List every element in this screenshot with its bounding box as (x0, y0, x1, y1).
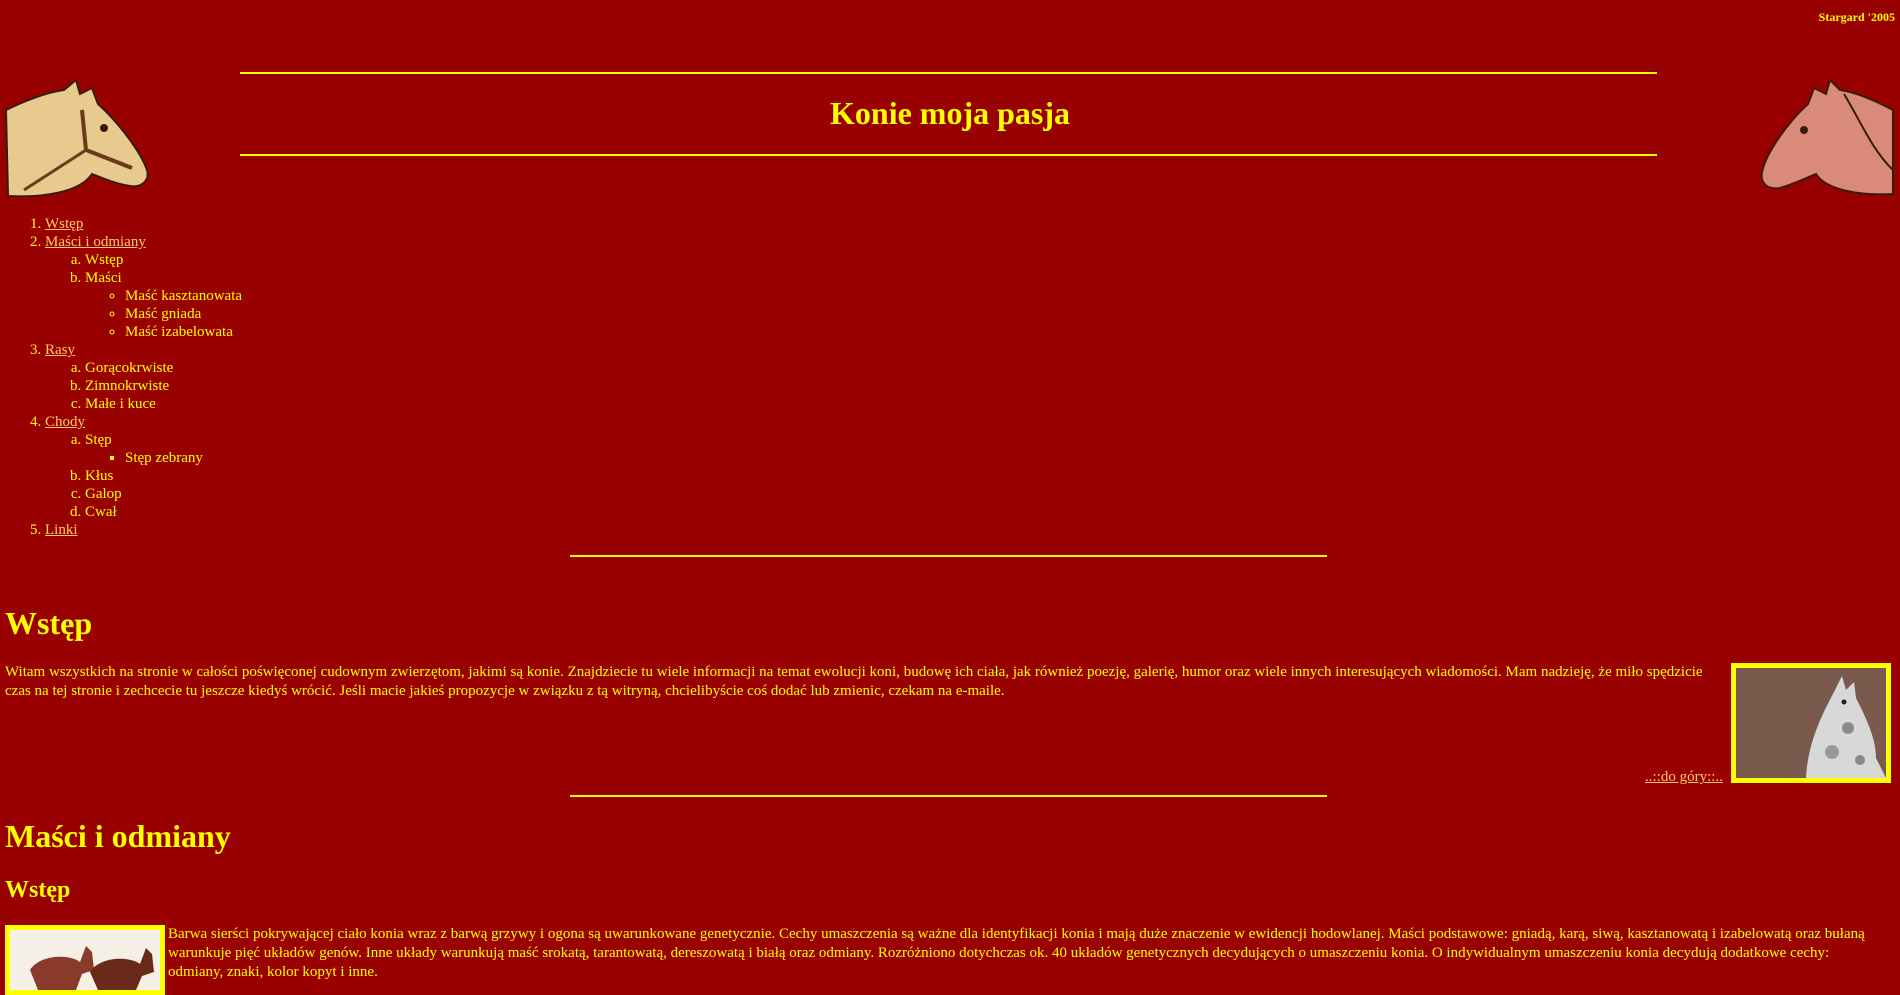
back-to-top-link[interactable]: ..::do góry::.. (1645, 769, 1723, 786)
header-rule-bottom (240, 154, 1657, 156)
toc-subitem: Zimnokrwiste (85, 377, 242, 395)
table-of-contents: Wstęp Maści i odmiany Wstęp Maści Maść k… (5, 215, 242, 539)
intro-horse-photo (1731, 663, 1891, 783)
toc-subsubitem: Maść izabelowata (125, 323, 242, 341)
toc-subitem: Galop (85, 485, 242, 503)
section-divider (570, 795, 1327, 797)
horse-head-right-image (1760, 80, 1894, 196)
toc-subitem: Stęp Stęp zebrany (85, 431, 242, 467)
toc-link-chody[interactable]: Chody (45, 414, 85, 430)
page-stamp: Stargard '2005 (1818, 10, 1895, 24)
intro-paragraph: Witam wszystkich na stronie w całości po… (5, 664, 1703, 699)
intro-heading: Wstęp (5, 605, 93, 641)
colors-subheading: Wstęp (5, 877, 71, 903)
toc-link-linki[interactable]: Linki (45, 522, 78, 538)
toc-item: Linki (45, 521, 242, 539)
header-rule-top (240, 72, 1657, 74)
toc-subitem: Maści Maść kasztanowata Maść gniada Maść… (85, 269, 242, 341)
toc-subitem: Małe i kuce (85, 395, 242, 413)
toc-item: Chody Stęp Stęp zebrany Kłus Galop Cwał (45, 413, 242, 521)
toc-subsubitem: Stęp zebrany (125, 449, 242, 467)
toc-link-masci[interactable]: Maści i odmiany (45, 234, 146, 250)
toc-subitem: Wstęp (85, 251, 242, 269)
toc-link-rasy[interactable]: Rasy (45, 342, 75, 358)
toc-subitem: Gorącokrwiste (85, 359, 242, 377)
toc-item: Rasy Gorącokrwiste Zimnokrwiste Małe i k… (45, 341, 242, 413)
colors-horses-photo (5, 925, 165, 995)
colors-paragraph: Barwa sierści pokrywającej ciało konia w… (168, 926, 1865, 980)
toc-item: Wstęp (45, 215, 242, 233)
toc-link-wstep[interactable]: Wstęp (45, 216, 83, 232)
toc-subitem-label: Maści (85, 270, 122, 286)
section-divider (570, 555, 1327, 557)
toc-subitem: Kłus (85, 467, 242, 485)
toc-subitem: Cwał (85, 503, 242, 521)
colors-heading: Maści i odmiany (5, 818, 231, 854)
horse-head-left-image (4, 80, 149, 198)
toc-subitem-label: Stęp (85, 432, 112, 448)
toc-subsubitem: Maść gniada (125, 305, 242, 323)
toc-item: Maści i odmiany Wstęp Maści Maść kasztan… (45, 233, 242, 341)
page-title: Konie moja pasja (830, 95, 1070, 131)
toc-subsubitem: Maść kasztanowata (125, 287, 242, 305)
